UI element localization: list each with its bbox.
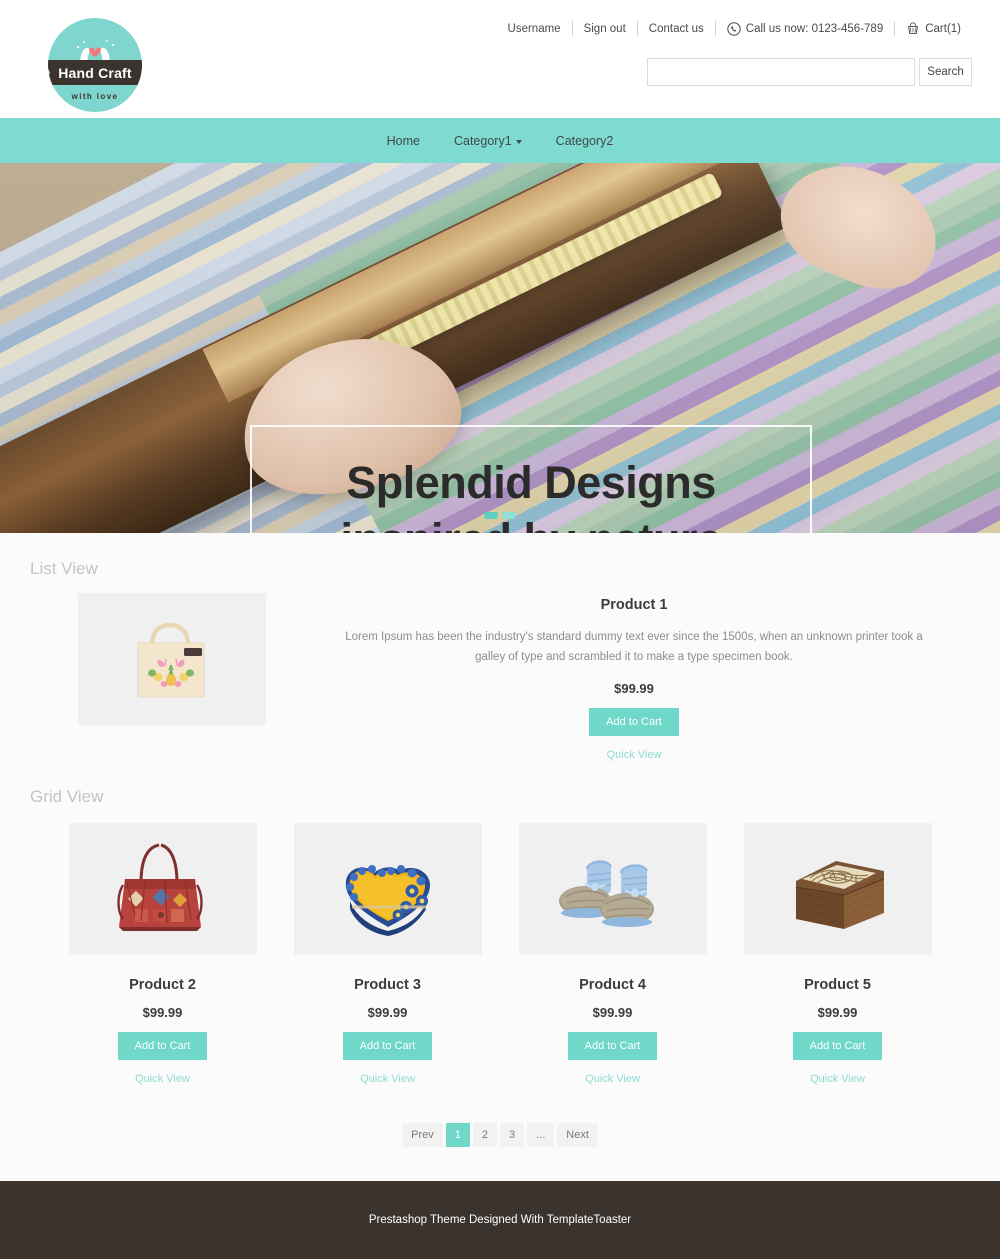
pagination-next[interactable]: Next [557,1123,598,1148]
phone-icon [727,21,741,36]
product-2-quick-view-link[interactable]: Quick View [69,1073,257,1085]
beige-tote-bag-icon [78,593,266,725]
link-username[interactable]: Username [497,23,572,35]
product-5-price: $99.99 [817,1005,858,1021]
blue-crochet-baby-booties-icon [518,823,707,956]
product-1-price: $99.99 [614,681,654,697]
link-cart[interactable]: Cart(1) [895,21,972,36]
chevron-down-icon [515,139,522,144]
product-3-quick-view-link[interactable]: Quick View [294,1073,482,1085]
site-header: Hand Craft with love Username Sign out C… [0,0,1000,118]
product-1-description: Lorem Ipsum has been the industry's stan… [345,631,923,664]
logo-tagline: with love [71,92,119,101]
product-1-add-to-cart-button[interactable]: Add to Cart [589,708,679,737]
site-logo[interactable]: Hand Craft with love [48,18,142,112]
carved-wooden-box-icon [743,823,932,956]
product-3-price: $99.99 [367,1005,408,1021]
product-1-quick-view-link[interactable]: Quick View [306,749,962,761]
hero-slider-dots[interactable] [484,512,516,519]
hero-caption-box: Splendid Designs inspired by nature [250,425,812,533]
main-content: List View Product 1 Lorem Ipsum has been… [0,533,1000,1182]
call-us-label: Call us now: 0123-456-789 [745,22,884,35]
link-contact-us[interactable]: Contact us [638,23,715,35]
product-2-image[interactable] [68,823,257,956]
link-username-label: Username [507,22,561,35]
top-utility-links: Username Sign out Contact us Call us now… [497,21,972,36]
grid-view-heading: Grid View [30,787,104,807]
product-5-name: Product 5 [804,977,871,994]
product-2-add-to-cart-button[interactable]: Add to Cart [117,1032,208,1061]
logo-circle: Hand Craft with love [48,18,142,112]
product-4-name: Product 4 [579,977,646,994]
link-sign-out-label: Sign out [583,22,626,35]
pagination-prev[interactable]: Prev [402,1123,443,1148]
hero-slider-dot-2[interactable] [502,512,516,519]
nav-item-category1[interactable]: Category1 [437,134,539,148]
link-contact-us-label: Contact us [648,22,704,35]
pagination-page-1[interactable]: 1 [445,1123,470,1148]
product-4-price: $99.99 [592,1005,633,1021]
search-button[interactable]: Search [919,58,972,86]
nav-item-category2-label: Category2 [555,133,614,148]
product-3-name: Product 3 [354,977,421,994]
hero-headline-line2: inspired by nature [340,516,722,533]
product-list-row: Product 1 Lorem Ipsum has been the indus… [30,593,970,761]
logo-brand-name: Hand Craft [58,64,132,81]
nav-item-category1-label: Category1 [453,133,512,148]
product-1-image[interactable] [78,593,266,725]
product-3-add-to-cart-button[interactable]: Add to Cart [342,1032,433,1061]
product-4-image[interactable] [518,823,707,956]
product-card: Product 3 $99.99 Add to Cart Quick View [293,823,482,1085]
pagination-page-2[interactable]: 2 [472,1123,497,1148]
pagination-page-3[interactable]: 3 [499,1123,525,1148]
hero-slider[interactable]: Splendid Designs inspired by nature [0,163,1000,533]
footer-credit-text: Prestashop Theme Designed With TemplateT… [368,1214,632,1227]
yellow-blue-heart-box-icon [293,823,482,956]
cart-label: Cart(1) [925,22,961,35]
red-embroidered-tote-bag-icon [68,823,257,956]
main-navigation: Home Category1 Category2 [0,118,1000,163]
search-bar: Search [647,58,972,86]
product-card: Product 5 $99.99 Add to Cart Quick View [743,823,932,1085]
search-input[interactable] [647,58,915,86]
logo-ribbon: Hand Craft [48,60,142,85]
link-sign-out[interactable]: Sign out [573,23,637,35]
nav-item-home[interactable]: Home [370,134,437,148]
product-1-info: Product 1 Lorem Ipsum has been the indus… [266,593,970,761]
product-card: Product 4 $99.99 Add to Cart Quick View [518,823,707,1085]
link-call-us[interactable]: Call us now: 0123-456-789 [716,21,894,36]
product-1-name: Product 1 [600,597,668,613]
product-5-add-to-cart-button[interactable]: Add to Cart [792,1032,883,1061]
nav-item-home-label: Home [386,133,420,148]
pagination-ellipsis[interactable]: ... [527,1123,555,1148]
product-5-image[interactable] [743,823,932,956]
product-3-image[interactable] [293,823,482,956]
product-4-add-to-cart-button[interactable]: Add to Cart [567,1032,658,1061]
hero-slider-dot-1[interactable] [484,512,498,519]
product-2-name: Product 2 [129,977,196,994]
product-2-price: $99.99 [142,1005,183,1021]
list-view-heading: List View [30,559,98,578]
product-4-quick-view-link[interactable]: Quick View [519,1073,707,1085]
pagination: Prev 1 2 3 ... Next [30,1123,970,1148]
product-card: Product 2 $99.99 Add to Cart Quick View [68,823,257,1085]
product-grid: Product 2 $99.99 Add to Cart Quick View [30,823,970,1085]
site-footer: Prestashop Theme Designed With TemplateT… [0,1181,1000,1259]
cart-icon [908,21,919,34]
product-5-quick-view-link[interactable]: Quick View [744,1073,932,1085]
nav-item-category2[interactable]: Category2 [539,134,631,148]
hero-headline-line1: Splendid Designs [346,456,716,508]
